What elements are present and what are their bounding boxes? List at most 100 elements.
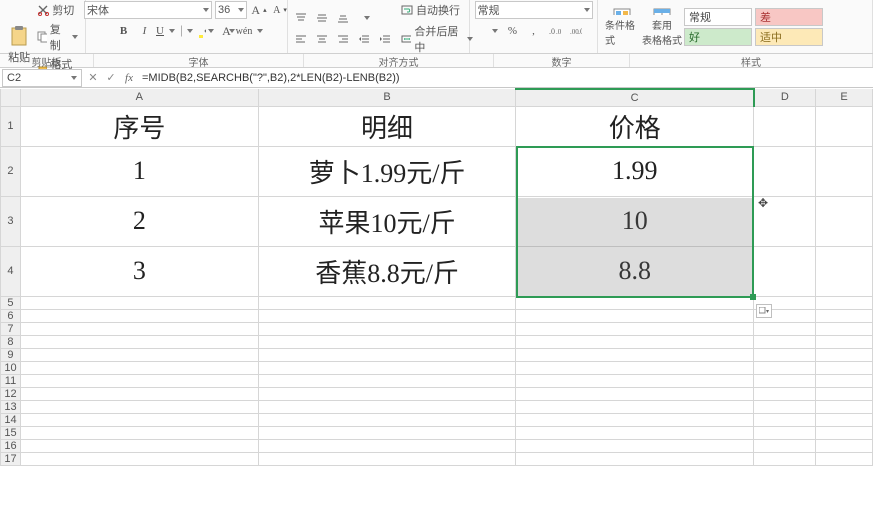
format-as-table-button[interactable]: 套用 表格格式 — [642, 6, 682, 48]
accept-formula-button[interactable]: ✓ — [102, 71, 120, 84]
fx-icon[interactable]: fx — [120, 72, 138, 84]
row-header-7[interactable]: 7 — [1, 322, 21, 335]
underline-button[interactable]: U — [157, 22, 175, 40]
phonetic-button[interactable]: wén — [241, 22, 259, 40]
cancel-formula-button[interactable]: ✕ — [84, 71, 102, 84]
chevron-down-icon — [227, 25, 235, 37]
align-center-button[interactable] — [313, 30, 331, 48]
row-header-8[interactable]: 8 — [1, 335, 21, 348]
currency-button[interactable]: $ — [483, 22, 501, 40]
paste-icon — [9, 25, 29, 46]
row-header-1[interactable]: 1 — [1, 106, 21, 146]
style-bad[interactable]: 差 — [755, 8, 823, 26]
row-header-12[interactable]: 12 — [1, 387, 21, 400]
cell-C4[interactable]: 8.8 — [516, 246, 754, 296]
cell-C3[interactable]: 10 — [516, 196, 754, 246]
comma-button[interactable]: , — [525, 22, 543, 40]
bold-button[interactable]: B — [115, 22, 133, 40]
percent-button[interactable]: % — [504, 22, 522, 40]
formula-input[interactable]: =MIDB(B2,SEARCHB("?",B2),2*LEN(B2)-LENB(… — [138, 72, 873, 84]
row-4: 4 3 香蕉8.8元/斤 8.8 — [1, 246, 873, 296]
cut-button[interactable]: 剪切 — [34, 1, 81, 19]
cell-C2[interactable]: 1.99 — [516, 146, 754, 196]
row-header-16[interactable]: 16 — [1, 439, 21, 452]
row-header-17[interactable]: 17 — [1, 452, 21, 465]
col-header-E[interactable]: E — [816, 89, 873, 106]
label-font: 字体 — [94, 54, 304, 67]
autofill-options-button[interactable] — [756, 304, 772, 318]
decrease-indent-button[interactable] — [355, 30, 373, 48]
row-header-9[interactable]: 9 — [1, 348, 21, 361]
cell-C1[interactable]: 价格 — [516, 106, 754, 146]
spreadsheet-grid[interactable]: A B C D E 1 序号 明细 价格 2 1 萝卜1.99元/斤 1.99 … — [0, 88, 873, 528]
align-right-button[interactable] — [334, 30, 352, 48]
style-neutral[interactable]: 适中 — [755, 28, 823, 46]
col-header-A[interactable]: A — [20, 89, 258, 106]
cell-D1[interactable] — [754, 106, 816, 146]
cell-A1[interactable]: 序号 — [20, 106, 258, 146]
cell-A4[interactable]: 3 — [20, 246, 258, 296]
increase-font-button[interactable]: A▴ — [250, 1, 268, 19]
row-header-3[interactable]: 3 — [1, 196, 21, 246]
col-header-D[interactable]: D — [754, 89, 816, 106]
cell-E4[interactable] — [816, 246, 873, 296]
style-good[interactable]: 好 — [684, 28, 752, 46]
cell-B4[interactable]: 香蕉8.8元/斤 — [258, 246, 516, 296]
cell-B2[interactable]: 萝卜1.99元/斤 — [258, 146, 516, 196]
cell-E1[interactable] — [816, 106, 873, 146]
row-header-14[interactable]: 14 — [1, 413, 21, 426]
font-name-combo[interactable]: 宋体 — [84, 1, 212, 19]
conditional-format-button[interactable]: 条件格式 — [602, 6, 642, 48]
align-left-button[interactable] — [292, 30, 310, 48]
chevron-down-icon — [255, 25, 263, 37]
col-header-C[interactable]: C — [516, 89, 754, 106]
row-header-5[interactable]: 5 — [1, 296, 21, 309]
group-alignment: ab 自动换行 合并后居中 — [288, 0, 470, 53]
row-header-11[interactable]: 11 — [1, 374, 21, 387]
cell-D3[interactable] — [754, 196, 816, 246]
align-bottom-button[interactable] — [334, 9, 352, 27]
row-header-15[interactable]: 15 — [1, 426, 21, 439]
border-icon — [181, 25, 182, 37]
cell-A3[interactable]: 2 — [20, 196, 258, 246]
label-clipboard: 剪贴板 — [0, 54, 94, 67]
orientation-button[interactable]: ab — [355, 9, 373, 27]
merge-center-button[interactable]: 合并后居中 — [398, 22, 476, 56]
cell-A2[interactable]: 1 — [20, 146, 258, 196]
align-top-button[interactable] — [292, 9, 310, 27]
increase-indent-button[interactable] — [376, 30, 394, 48]
wrap-text-button[interactable]: 自动换行 — [398, 1, 476, 19]
copy-icon — [37, 31, 46, 43]
row-header-10[interactable]: 10 — [1, 361, 21, 374]
chevron-down-icon — [206, 25, 214, 37]
cell-B3[interactable]: 苹果10元/斤 — [258, 196, 516, 246]
select-all-corner[interactable] — [1, 89, 21, 106]
cell-B1[interactable]: 明细 — [258, 106, 516, 146]
merge-icon — [401, 33, 411, 45]
italic-button[interactable]: I — [136, 22, 154, 40]
cell-D2[interactable] — [754, 146, 816, 196]
cell-A5[interactable] — [20, 296, 258, 309]
font-size-combo[interactable]: 36 — [215, 1, 247, 19]
name-box[interactable]: C2 — [2, 69, 82, 87]
style-normal[interactable]: 常规 — [684, 8, 752, 26]
border-button[interactable] — [178, 22, 196, 40]
cell-E2[interactable] — [816, 146, 873, 196]
cell-E3[interactable] — [816, 196, 873, 246]
fill-color-button[interactable] — [199, 22, 217, 40]
wrap-icon — [401, 4, 413, 16]
row-header-2[interactable]: 2 — [1, 146, 21, 196]
decrease-font-button[interactable]: A▾ — [271, 1, 289, 19]
align-middle-button[interactable] — [313, 9, 331, 27]
row-header-4[interactable]: 4 — [1, 246, 21, 296]
chevron-down-icon — [582, 4, 590, 16]
number-format-combo[interactable]: 常规 — [475, 1, 593, 19]
cell-D4[interactable] — [754, 246, 816, 296]
row-header-6[interactable]: 6 — [1, 309, 21, 322]
col-header-B[interactable]: B — [258, 89, 516, 106]
copy-button[interactable]: 复制 — [34, 20, 81, 54]
decrease-decimal-button[interactable]: .00.0 — [567, 22, 585, 40]
increase-decimal-button[interactable]: .0.00 — [546, 22, 564, 40]
cond-format-label: 条件格式 — [605, 17, 639, 47]
row-header-13[interactable]: 13 — [1, 400, 21, 413]
